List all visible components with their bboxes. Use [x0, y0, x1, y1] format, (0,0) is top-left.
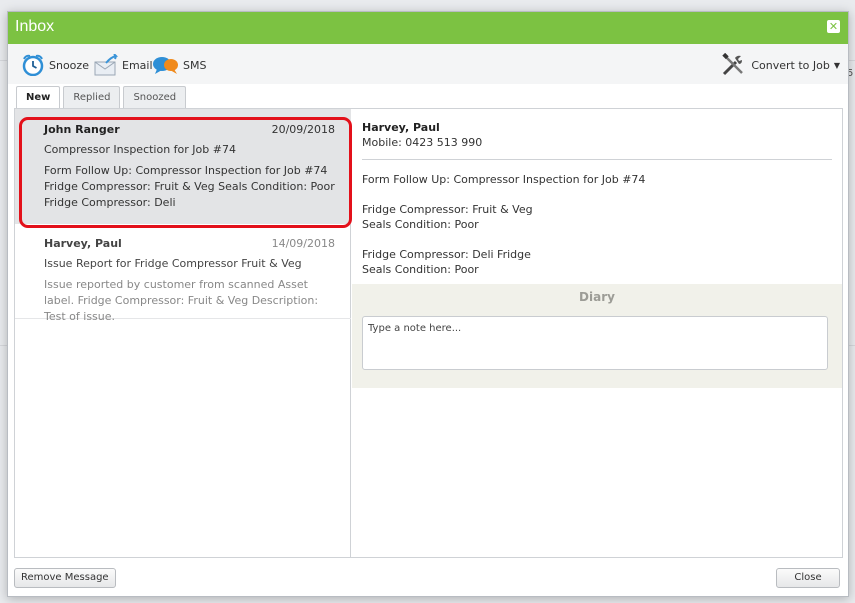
detail-divider	[362, 159, 832, 160]
content-panes: John Ranger 20/09/2018 Compressor Inspec…	[14, 108, 843, 558]
convert-to-job-button[interactable]: Convert to Job ▼	[721, 53, 840, 76]
diary-heading: Diary	[579, 290, 615, 304]
detail-body-line: Fridge Compressor: Fruit & Veg	[362, 203, 533, 216]
detail-body-line: Seals Condition: Poor	[362, 263, 479, 276]
email-label: Email	[122, 58, 153, 72]
contact-name: Harvey, Paul	[362, 121, 440, 134]
message-date: 14/09/2018	[271, 237, 335, 250]
sms-label: SMS	[183, 58, 207, 72]
message-preview: Form Follow Up: Compressor Inspection fo…	[44, 164, 335, 209]
alarm-clock-icon	[22, 54, 44, 76]
tab-snoozed[interactable]: Snoozed	[123, 86, 187, 108]
snooze-label: Snooze	[49, 58, 89, 72]
inbox-dialog: Inbox ✕ Snooze Email SMS Convert to Job …	[7, 11, 849, 597]
contact-mobile: Mobile: 0423 513 990	[362, 136, 483, 149]
message-sender: John Ranger	[44, 123, 120, 136]
message-list: John Ranger 20/09/2018 Compressor Inspec…	[15, 109, 351, 557]
message-subject: Issue Report for Fridge Compressor Fruit…	[44, 257, 302, 270]
tools-icon	[722, 53, 744, 76]
dialog-title: Inbox	[15, 18, 55, 35]
diary-note-input[interactable]	[362, 316, 828, 370]
message-list-item[interactable]: Harvey, Paul 14/09/2018 Issue Report for…	[15, 225, 351, 323]
toolbar: Snooze Email SMS Convert to Job ▼	[8, 44, 848, 84]
snooze-button[interactable]: Snooze	[21, 54, 89, 76]
tab-replied[interactable]: Replied	[63, 86, 121, 108]
message-detail: Harvey, Paul Mobile: 0423 513 990 Form F…	[362, 121, 832, 277]
close-button[interactable]: Close	[776, 568, 840, 588]
sms-button[interactable]: SMS	[153, 54, 206, 76]
message-preview: Issue reported by customer from scanned …	[44, 278, 319, 323]
message-subject: Compressor Inspection for Job #74	[44, 143, 236, 156]
message-list-item[interactable]: John Ranger 20/09/2018 Compressor Inspec…	[15, 109, 351, 224]
email-button[interactable]: Email	[94, 54, 153, 76]
message-tabs: New Replied Snoozed	[16, 86, 189, 109]
dialog-footer: Remove Message Close	[8, 560, 848, 596]
remove-message-button[interactable]: Remove Message	[14, 568, 116, 588]
diary-section: Diary	[352, 284, 842, 388]
title-bar: Inbox ✕	[8, 12, 848, 44]
message-date: 20/09/2018	[271, 123, 335, 136]
detail-body-line: Form Follow Up: Compressor Inspection fo…	[362, 173, 646, 186]
caret-down-icon: ▼	[833, 60, 840, 70]
message-sender: Harvey, Paul	[44, 237, 122, 250]
message-detail-pane: Harvey, Paul Mobile: 0423 513 990 Form F…	[352, 109, 842, 557]
close-icon[interactable]: ✕	[827, 20, 840, 33]
detail-body-line: Seals Condition: Poor	[362, 218, 479, 231]
detail-body-line: Fridge Compressor: Deli Fridge	[362, 248, 531, 261]
convert-to-job-label: Convert to Job	[751, 58, 830, 72]
chat-bubbles-icon	[153, 57, 178, 74]
tab-new[interactable]: New	[16, 86, 61, 109]
envelope-icon	[94, 54, 118, 76]
